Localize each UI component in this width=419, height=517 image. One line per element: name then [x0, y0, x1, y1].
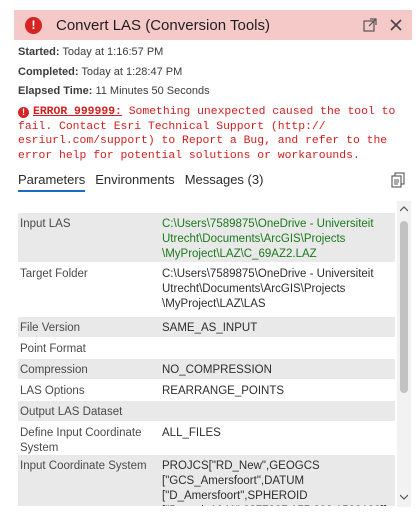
error-message: ! ERROR 999999: Something unexpected caus…	[18, 105, 413, 163]
table-row: File Version SAME_AS_INPUT	[18, 317, 395, 338]
scroll-down-icon[interactable]	[397, 491, 411, 503]
param-value	[160, 401, 395, 421]
completed-line: Completed: Today at 1:28:47 PM	[18, 66, 182, 78]
table-row: LAS Options REARRANGE_POINTS	[18, 380, 395, 401]
param-value: ALL_FILES	[162, 427, 221, 439]
error-text-first: Something unexpected caused the tool to	[128, 106, 396, 118]
started-value: Today at 1:16:57 PM	[62, 46, 164, 58]
copy-icon[interactable]	[390, 172, 406, 188]
elapsed-value: 11 Minutes 50 Seconds	[95, 85, 210, 97]
table-row: Compression NO_COMPRESSION	[18, 359, 395, 380]
elapsed-label: Elapsed Time:	[18, 85, 93, 97]
param-value	[160, 338, 395, 358]
table-row: Point Format	[18, 338, 395, 359]
param-label: Input LAS	[20, 218, 71, 230]
param-label: Compression	[20, 364, 88, 376]
error-text-rest: fail. Contact Esri Technical Support (ht…	[18, 120, 388, 162]
close-icon[interactable]	[388, 17, 404, 33]
param-value: REARRANGE_POINTS	[162, 385, 285, 397]
param-label: LAS Options	[20, 385, 85, 397]
param-label: Define Input Coordinate System	[20, 427, 142, 454]
window-header: ! Convert LAS (Conversion Tools)	[14, 10, 412, 40]
tab-bar: Parameters Environments Messages (3)	[18, 172, 273, 192]
table-row: Define Input Coordinate System ALL_FILES	[18, 422, 395, 455]
popout-icon[interactable]	[362, 17, 378, 33]
param-value: C:\Users\7589875\OneDrive - Universiteit…	[162, 268, 374, 310]
param-label: Input Coordinate System	[20, 460, 147, 472]
started-line: Started: Today at 1:16:57 PM	[18, 46, 163, 58]
tab-parameters[interactable]: Parameters	[18, 172, 86, 192]
param-value: SAME_AS_INPUT	[162, 322, 258, 334]
table-row: Input Coordinate System PROJCS["RD_New",…	[18, 455, 395, 507]
table-row: Input LAS C:\Users\7589875\OneDrive - Un…	[18, 213, 395, 263]
param-value-link[interactable]: C:\Users\7589875\OneDrive - Universiteit…	[160, 213, 395, 262]
param-label: Output LAS Dataset	[20, 406, 123, 418]
table-row: Output LAS Dataset	[18, 401, 395, 422]
param-label: Target Folder	[20, 268, 88, 280]
param-value: NO_COMPRESSION	[162, 364, 272, 376]
scroll-up-icon[interactable]	[397, 203, 411, 215]
error-icon: !	[25, 16, 42, 34]
param-label: Point Format	[20, 343, 86, 355]
elapsed-line: Elapsed Time: 11 Minutes 50 Seconds	[18, 85, 210, 97]
parameters-table: Input LAS C:\Users\7589875\OneDrive - Un…	[18, 213, 395, 507]
vertical-scrollbar[interactable]	[397, 201, 411, 507]
error-small-icon: !	[18, 107, 29, 118]
header-actions	[362, 17, 404, 33]
scrollbar-thumb[interactable]	[400, 221, 408, 393]
param-label: File Version	[20, 322, 81, 334]
tab-environments[interactable]: Environments	[95, 172, 174, 192]
param-value: PROJCS["RD_New",GEOGCS ["GCS_Amersfoort"…	[162, 460, 390, 506]
window-title: Convert LAS (Conversion Tools)	[56, 16, 270, 34]
error-code-link[interactable]: ERROR 999999:	[33, 106, 122, 118]
tab-messages[interactable]: Messages (3)	[185, 172, 264, 192]
started-label: Started:	[18, 46, 60, 58]
table-row: Target Folder C:\Users\7589875\OneDrive …	[18, 263, 395, 317]
completed-value: Today at 1:28:47 PM	[81, 66, 183, 78]
completed-label: Completed:	[18, 66, 79, 78]
